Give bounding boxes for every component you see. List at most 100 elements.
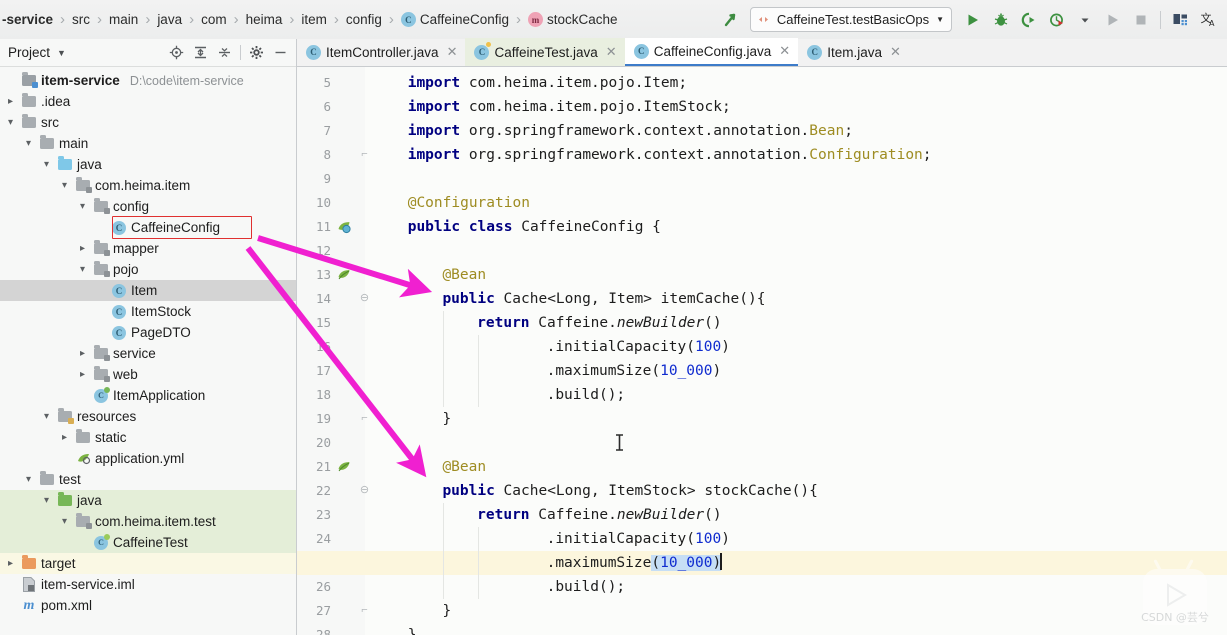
- collapse-all-icon[interactable]: [213, 41, 236, 64]
- code-line[interactable]: import org.springframework.context.annot…: [365, 119, 853, 143]
- code-line[interactable]: import com.heima.item.pojo.ItemStock;: [365, 95, 731, 119]
- code-line[interactable]: }: [365, 407, 451, 431]
- editor-tab-caffeinetestjava[interactable]: C CaffeineTest.java ✕: [465, 38, 625, 66]
- editor-tab-itemjava[interactable]: C Item.java ✕: [798, 38, 909, 66]
- chevron-right-icon[interactable]: ▸: [76, 348, 89, 359]
- tree-item-java[interactable]: ▾ java: [0, 154, 296, 175]
- chevron-down-icon[interactable]: ▾: [40, 159, 53, 170]
- chevron-down-icon[interactable]: ▾: [76, 264, 89, 275]
- tree-item-resources[interactable]: ▾ resources: [0, 406, 296, 427]
- code-line[interactable]: [365, 239, 408, 263]
- spring-bean-gutter-icon[interactable]: [337, 268, 351, 282]
- breadcrumb-item-config[interactable]: config: [339, 0, 389, 39]
- expand-all-icon[interactable]: [189, 41, 212, 64]
- chevron-down-icon[interactable]: ▼: [57, 48, 66, 58]
- tree-item-main[interactable]: ▾ main: [0, 133, 296, 154]
- tree-item-comheimaitem[interactable]: ▾ com.heima.item: [0, 175, 296, 196]
- chevron-down-icon[interactable]: ▾: [22, 138, 35, 149]
- build-project-button[interactable]: [718, 7, 744, 33]
- tree-item-itemapplication[interactable]: C ItemApplication: [0, 385, 296, 406]
- chevron-down-icon[interactable]: ▾: [22, 474, 35, 485]
- chevron-down-icon[interactable]: ▾: [58, 516, 71, 527]
- chevron-down-icon[interactable]: ▾: [40, 411, 53, 422]
- stop-button[interactable]: [1128, 7, 1154, 33]
- chevron-down-icon[interactable]: ▾: [40, 495, 53, 506]
- chevron-right-icon[interactable]: ▸: [58, 432, 71, 443]
- chevron-right-icon[interactable]: ▸: [4, 96, 17, 107]
- editor-code-area[interactable]: import com.heima.item.pojo.Item; import c…: [297, 67, 1227, 635]
- tree-item-itemservice[interactable]: item-service D:\code\item-service: [0, 70, 296, 91]
- editor-tab-caffeineconfigjava[interactable]: C CaffeineConfig.java ✕: [624, 38, 799, 66]
- code-editor[interactable]: 5 6 7 8 ⌐ 9 10 11 12 13 14 ⊖ 15 16 17 18 19 ⌐ 20 21 22 ⊖ 23 24 2…: [297, 67, 1227, 635]
- run-configuration-selector[interactable]: CaffeineTest.testBasicOps ▼: [749, 7, 952, 32]
- services-button[interactable]: [1167, 7, 1193, 33]
- tree-item-idea[interactable]: ▸ .idea: [0, 91, 296, 112]
- tree-item-web[interactable]: ▸ web: [0, 364, 296, 385]
- tree-item-itemstock[interactable]: C ItemStock: [0, 301, 296, 322]
- tree-item-static[interactable]: ▸ static: [0, 427, 296, 448]
- chevron-down-icon[interactable]: ▾: [58, 180, 71, 191]
- rerun-button[interactable]: [1100, 7, 1126, 33]
- tree-item-target[interactable]: ▸ target: [0, 553, 296, 574]
- code-line[interactable]: public Cache<Long, ItemStock> stockCache…: [365, 479, 817, 503]
- breadcrumb-item-service[interactable]: -service: [0, 0, 60, 39]
- code-line[interactable]: @Bean: [365, 455, 486, 479]
- tree-item-caffeineconfig[interactable]: C CaffeineConfig: [0, 217, 296, 238]
- hide-panel-icon[interactable]: [269, 41, 292, 64]
- tree-item-src[interactable]: ▾ src: [0, 112, 296, 133]
- close-icon[interactable]: ✕: [779, 43, 790, 59]
- chevron-down-icon[interactable]: ▾: [76, 201, 89, 212]
- profiler-button[interactable]: [1044, 7, 1070, 33]
- code-line[interactable]: .maximumSize(10_000): [365, 359, 722, 383]
- code-line[interactable]: [365, 167, 408, 191]
- editor-tab-itemcontrollerjava[interactable]: C ItemController.java ✕: [297, 38, 465, 66]
- code-line[interactable]: .build();: [365, 383, 626, 407]
- close-icon[interactable]: ✕: [447, 44, 458, 60]
- tree-item-pomxml[interactable]: m pom.xml: [0, 595, 296, 616]
- code-line[interactable]: @Configuration: [365, 191, 530, 215]
- code-line[interactable]: }: [365, 599, 451, 623]
- close-icon[interactable]: ✕: [890, 44, 901, 60]
- profiler-dropdown[interactable]: [1072, 7, 1098, 33]
- tree-item-itemserviceiml[interactable]: item-service.iml: [0, 574, 296, 595]
- code-line[interactable]: }: [365, 623, 417, 635]
- tree-item-caffeinetest[interactable]: C CaffeineTest: [0, 532, 296, 553]
- tree-item-item[interactable]: C Item: [0, 280, 296, 301]
- tree-item-comheimaitemtest[interactable]: ▾ com.heima.item.test: [0, 511, 296, 532]
- editor-gutter[interactable]: 5 6 7 8 ⌐ 9 10 11 12 13 14 ⊖ 15 16 17 18 19 ⌐ 20 21 22 ⊖ 23 24 2…: [297, 67, 369, 635]
- breadcrumb-item-caffeineconfig[interactable]: C CaffeineConfig: [394, 0, 516, 39]
- breadcrumb-item-src[interactable]: src: [65, 0, 97, 39]
- breadcrumb-item-main[interactable]: main: [102, 0, 145, 39]
- breadcrumb-item-java[interactable]: java: [150, 0, 189, 39]
- tree-item-java[interactable]: ▾ java: [0, 490, 296, 511]
- chevron-right-icon[interactable]: ▸: [76, 243, 89, 254]
- code-line[interactable]: .build();: [365, 575, 626, 599]
- chevron-down-icon[interactable]: ▾: [4, 117, 17, 128]
- code-line[interactable]: [365, 431, 442, 455]
- tree-item-applicationyml[interactable]: application.yml: [0, 448, 296, 469]
- code-line[interactable]: .maximumSize(10_000): [365, 551, 722, 575]
- run-button[interactable]: [960, 7, 986, 33]
- code-line[interactable]: @Bean: [365, 263, 486, 287]
- chevron-right-icon[interactable]: ▸: [4, 558, 17, 569]
- debug-button[interactable]: [988, 7, 1014, 33]
- locate-file-icon[interactable]: [165, 41, 188, 64]
- spring-bean-gutter-icon[interactable]: [337, 220, 351, 234]
- tree-item-service[interactable]: ▸ service: [0, 343, 296, 364]
- breadcrumb-item-com[interactable]: com: [194, 0, 234, 39]
- code-line[interactable]: .initialCapacity(100): [365, 335, 730, 359]
- breadcrumb-item-item[interactable]: item: [294, 0, 334, 39]
- code-line[interactable]: return Caffeine.newBuilder(): [365, 311, 721, 335]
- tree-item-config[interactable]: ▾ config: [0, 196, 296, 217]
- spring-bean-gutter-icon[interactable]: [337, 460, 351, 474]
- code-line[interactable]: public Cache<Long, Item> itemCache(){: [365, 287, 765, 311]
- chevron-right-icon[interactable]: ▸: [76, 369, 89, 380]
- code-line[interactable]: public class CaffeineConfig {: [365, 215, 661, 239]
- breadcrumb-item-heima[interactable]: heima: [239, 0, 290, 39]
- tree-item-mapper[interactable]: ▸ mapper: [0, 238, 296, 259]
- code-line[interactable]: .initialCapacity(100): [365, 527, 730, 551]
- close-icon[interactable]: ✕: [606, 44, 617, 60]
- breadcrumb-item-stockcache[interactable]: m stockCache: [521, 0, 625, 39]
- tree-item-pojo[interactable]: ▾ pojo: [0, 259, 296, 280]
- tree-item-pagedto[interactable]: C PageDTO: [0, 322, 296, 343]
